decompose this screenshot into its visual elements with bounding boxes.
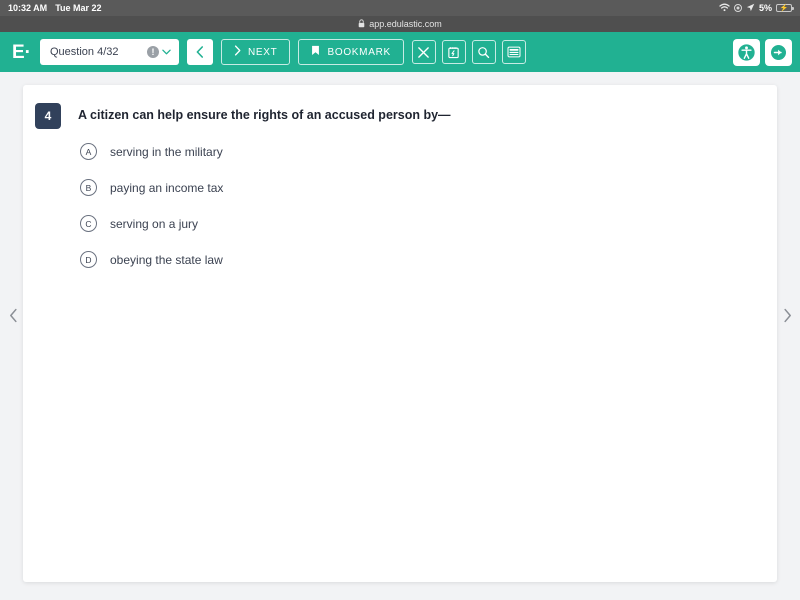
chevron-left-icon bbox=[9, 308, 17, 322]
previous-question-button[interactable] bbox=[187, 39, 213, 65]
answer-choice-c[interactable]: C serving on a jury bbox=[80, 215, 777, 232]
bookmark-icon bbox=[311, 45, 320, 59]
choice-letter: C bbox=[80, 215, 97, 232]
chevron-left-icon bbox=[196, 46, 203, 58]
exit-test-button[interactable] bbox=[765, 38, 792, 66]
next-question-button[interactable]: NEXT bbox=[221, 39, 291, 65]
browser-url-bar[interactable]: app.edulastic.com bbox=[0, 16, 800, 32]
close-x-icon bbox=[418, 46, 430, 58]
info-icon[interactable]: ! bbox=[147, 46, 159, 58]
choice-letter: A bbox=[80, 143, 97, 160]
screen-record-icon bbox=[733, 4, 742, 12]
next-button-label: NEXT bbox=[248, 46, 278, 58]
choice-text: paying an income tax bbox=[110, 180, 224, 195]
next-page-arrow[interactable] bbox=[776, 302, 798, 328]
bookmark-button[interactable]: BOOKMARK bbox=[298, 39, 404, 65]
answer-choices: A serving in the military B paying an in… bbox=[23, 129, 777, 268]
edulastic-logo[interactable]: E· bbox=[12, 43, 31, 62]
accessibility-button[interactable] bbox=[733, 38, 760, 66]
chevron-right-icon bbox=[783, 308, 791, 322]
wifi-icon bbox=[719, 3, 730, 14]
question-selector-label: Question 4/32 bbox=[50, 46, 119, 58]
location-arrow-icon bbox=[746, 3, 755, 14]
question-number-badge: 4 bbox=[35, 103, 61, 129]
question-selector[interactable]: Question 4/32 ! bbox=[40, 39, 179, 65]
status-bar-right: 5% ⚡ bbox=[719, 3, 794, 14]
lock-icon bbox=[358, 18, 365, 30]
scratchpad-tool-button[interactable] bbox=[441, 40, 466, 64]
magnify-tool-button[interactable] bbox=[471, 40, 496, 64]
bookmark-button-label: BOOKMARK bbox=[327, 46, 391, 58]
scratchpad-icon bbox=[448, 46, 460, 58]
choice-letter: D bbox=[80, 251, 97, 268]
choice-text: obeying the state law bbox=[110, 252, 223, 267]
status-date: Tue Mar 22 bbox=[55, 3, 102, 13]
line-reader-icon bbox=[507, 46, 521, 58]
chevron-right-icon bbox=[234, 45, 241, 59]
answer-choice-d[interactable]: D obeying the state law bbox=[80, 251, 777, 268]
answer-choice-b[interactable]: B paying an income tax bbox=[80, 179, 777, 196]
bolt-glyph: ⚡ bbox=[779, 4, 789, 12]
app-root: 10:32 AM Tue Mar 22 5% ⚡ app.edulastic.c… bbox=[0, 0, 800, 600]
question-prompt: A citizen can help ensure the rights of … bbox=[78, 108, 451, 122]
cross-out-tool-button[interactable] bbox=[411, 40, 436, 64]
battery-charging-icon: ⚡ bbox=[776, 4, 794, 12]
choice-letter: B bbox=[80, 179, 97, 196]
question-header: 4 A citizen can help ensure the rights o… bbox=[23, 85, 777, 129]
exit-icon bbox=[771, 44, 786, 60]
accessibility-icon bbox=[738, 43, 755, 61]
status-bar-left: 10:32 AM Tue Mar 22 bbox=[8, 3, 102, 13]
chevron-down-icon bbox=[162, 48, 171, 57]
search-icon bbox=[478, 46, 490, 58]
ios-status-bar: 10:32 AM Tue Mar 22 5% ⚡ bbox=[0, 0, 800, 16]
status-time: 10:32 AM bbox=[8, 3, 48, 13]
answer-choice-a[interactable]: A serving in the military bbox=[80, 143, 777, 160]
prev-page-arrow[interactable] bbox=[2, 302, 24, 328]
battery-percent: 5% bbox=[758, 3, 772, 13]
choice-text: serving on a jury bbox=[110, 216, 199, 231]
app-toolbar: E· Question 4/32 ! NEXT BOOKMARK bbox=[0, 32, 800, 72]
url-text: app.edulastic.com bbox=[369, 19, 442, 29]
line-reader-tool-button[interactable] bbox=[501, 40, 526, 64]
question-card: 4 A citizen can help ensure the rights o… bbox=[23, 85, 777, 582]
choice-text: serving in the military bbox=[110, 144, 223, 159]
